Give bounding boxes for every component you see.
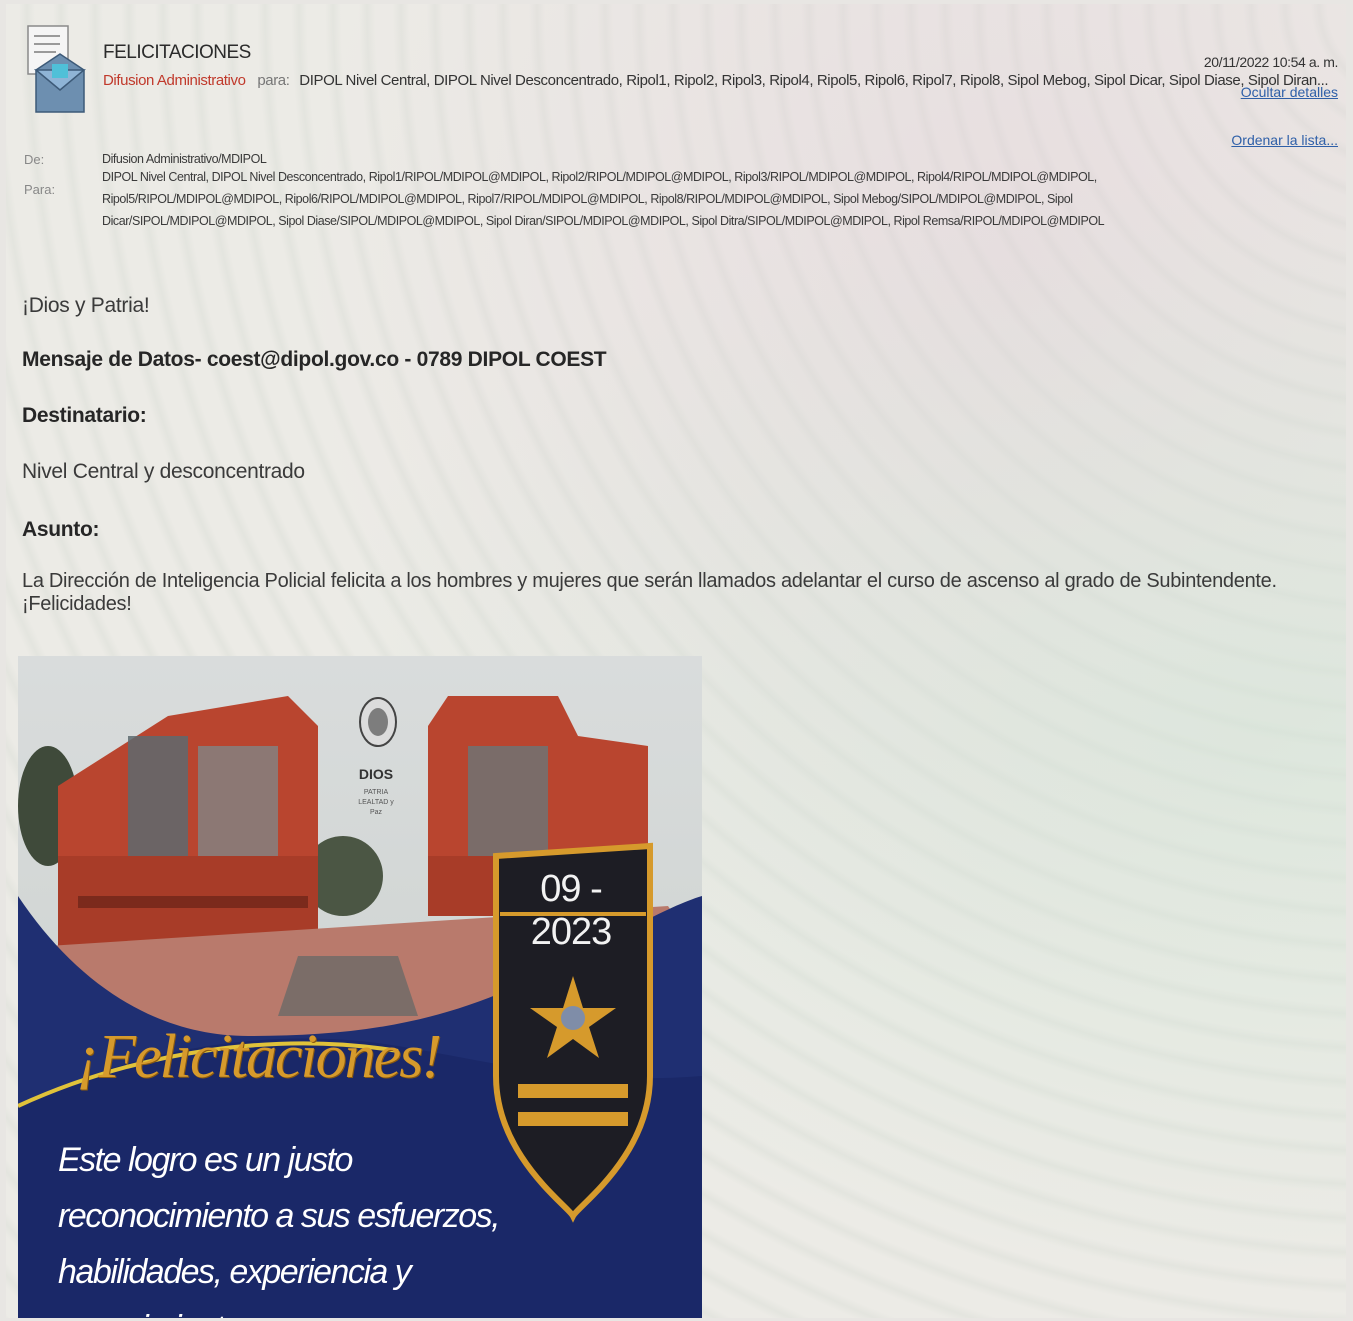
- banner-message: Este logro es un justo reconocimiento a …: [58, 1141, 501, 1318]
- subject-label: Asunto:: [22, 518, 100, 541]
- from-field-label: De:: [24, 152, 45, 167]
- greeting: ¡Dios y Patria!: [22, 294, 150, 317]
- hide-details-link[interactable]: Ocultar detalles: [1241, 84, 1338, 100]
- email-date: 20/11/2022 10:54 a. m.: [1203, 54, 1339, 70]
- to-field-label: Para:: [24, 182, 56, 197]
- recipient-value: Nivel Central y desconcentrado: [22, 460, 305, 483]
- recipients-summary: DIPOL Nivel Central, DIPOL Nivel Desconc…: [299, 72, 1329, 89]
- badge-date: 09 - 2023: [530, 868, 613, 953]
- email-window: FELICITACIONES Difusion Administrativo p…: [6, 4, 1346, 1318]
- to-field-value: DIPOL Nivel Central, DIPOL Nivel Desconc…: [102, 170, 1105, 228]
- banner-title: ¡Felicitaciones!: [76, 1023, 442, 1091]
- recipient-label: Destinatario:: [22, 404, 147, 427]
- emblem-text: DIOS: [358, 766, 394, 782]
- emblem-subtext: PATRIA LEALTAD y Paz: [358, 789, 394, 816]
- sort-list-link[interactable]: Ordenar la lista...: [1231, 132, 1338, 148]
- to-label: para:: [257, 72, 290, 89]
- email-envelope-icon: [27, 25, 86, 113]
- subject-value: La Dirección de Inteligencia Policial fe…: [22, 570, 1277, 615]
- sender-name[interactable]: Difusion Administrativo: [103, 72, 246, 89]
- message-label: Mensaje de Datos- coest@dipol.gov.co - 0…: [22, 348, 607, 371]
- sender-line: Difusion Administrativo para: DIPOL Nive…: [103, 72, 1329, 89]
- email-subject: FELICITACIONES: [103, 42, 251, 63]
